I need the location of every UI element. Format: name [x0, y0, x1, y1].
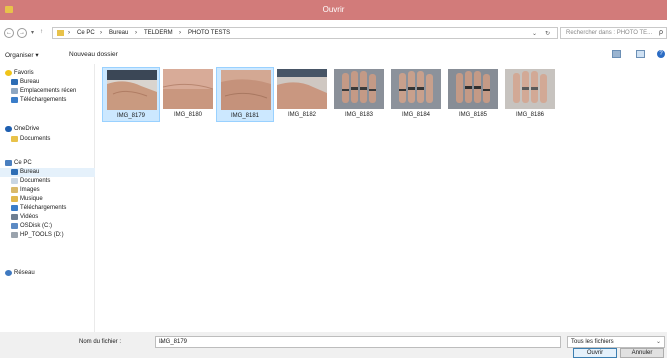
- preview-pane-icon[interactable]: [636, 50, 645, 58]
- file-item[interactable]: IMG_8182: [273, 67, 331, 122]
- chevron-down-icon[interactable]: ⌄: [159, 338, 557, 345]
- nav-this-pc[interactable]: Ce PC: [0, 159, 95, 168]
- nav-pc-documents[interactable]: Documents: [0, 177, 95, 186]
- breadcrumb-sep: ›: [100, 30, 102, 36]
- photo-thumbnail: [221, 70, 271, 110]
- cancel-button[interactable]: Annuler: [620, 348, 664, 358]
- file-name: IMG_8185: [458, 112, 488, 118]
- file-name: IMG_8179: [116, 113, 146, 119]
- chevron-down-icon[interactable]: ⌄: [656, 338, 661, 345]
- downloads-icon: [11, 205, 18, 211]
- photo-thumbnail: [334, 69, 384, 109]
- command-bar: Organiser ▾ Nouveau dossier ?: [0, 46, 667, 64]
- file-name: IMG_8181: [230, 113, 260, 119]
- breadcrumb-bureau[interactable]: Bureau: [109, 30, 128, 36]
- drive-icon: [11, 232, 18, 238]
- nav-recent-places[interactable]: Emplacements récen: [0, 87, 95, 96]
- folder-icon: [11, 136, 18, 142]
- filename-label: Nom du fichier :: [79, 339, 122, 345]
- window-title: Ouvrir: [322, 5, 345, 14]
- breadcrumb-telderm[interactable]: TELDERM: [144, 30, 173, 36]
- breadcrumb-photo-tests[interactable]: PHOTO TESTS: [188, 30, 230, 36]
- star-icon: [5, 70, 12, 76]
- photo-thumbnail: [448, 69, 498, 109]
- file-item[interactable]: IMG_8185: [444, 67, 502, 122]
- nav-favorites[interactable]: Favoris: [0, 69, 95, 78]
- breadcrumb-ce-pc[interactable]: Ce PC: [77, 30, 95, 36]
- nav-downloads[interactable]: Téléchargements: [0, 96, 95, 105]
- filename-input[interactable]: IMG_8179 ⌄: [155, 336, 561, 348]
- pictures-icon: [11, 187, 18, 193]
- documents-icon: [11, 178, 18, 184]
- organize-button[interactable]: Organiser ▾: [5, 51, 39, 59]
- file-name: IMG_8182: [287, 112, 317, 118]
- file-item[interactable]: IMG_8181: [216, 67, 274, 122]
- refresh-icon[interactable]: ↻: [545, 30, 550, 37]
- new-folder-button[interactable]: Nouveau dossier: [69, 51, 118, 58]
- file-name: IMG_8180: [173, 112, 203, 118]
- cloud-icon: [5, 126, 12, 132]
- downloads-icon: [11, 97, 18, 103]
- desktop-icon: [11, 79, 18, 85]
- nav-pc-bureau[interactable]: Bureau: [0, 168, 95, 177]
- photo-thumbnail: [107, 70, 157, 110]
- nav-onedrive[interactable]: OneDrive: [0, 125, 95, 134]
- photo-thumbnail: [505, 69, 555, 109]
- nav-pc-videos[interactable]: Vidéos: [0, 213, 95, 222]
- recent-places-icon: [11, 88, 18, 94]
- network-icon: [5, 270, 12, 276]
- drive-icon: [11, 223, 18, 229]
- file-item[interactable]: IMG_8183: [330, 67, 388, 122]
- desktop-icon: [11, 169, 18, 175]
- nav-favorites-bureau[interactable]: Bureau: [0, 78, 95, 87]
- open-button[interactable]: Ouvrir: [573, 348, 617, 358]
- nav-pc-hp-tools[interactable]: HP_TOOLS (D:): [0, 231, 95, 240]
- address-bar[interactable]: › Ce PC › Bureau › TELDERM › PHOTO TESTS…: [52, 27, 558, 39]
- address-dropdown-icon[interactable]: ⌄: [532, 30, 537, 37]
- nav-network[interactable]: Réseau: [0, 269, 95, 278]
- file-name: IMG_8186: [515, 112, 545, 118]
- nav-pc-osdisk[interactable]: OSDisk (C:): [0, 222, 95, 231]
- nav-pc-images[interactable]: Images: [0, 186, 95, 195]
- up-icon[interactable]: ↑: [40, 29, 43, 35]
- photo-thumbnail: [277, 69, 327, 109]
- nav-onedrive-documents[interactable]: Documents: [0, 135, 95, 144]
- file-item[interactable]: IMG_8184: [387, 67, 445, 122]
- music-icon: [11, 196, 18, 202]
- help-icon[interactable]: ?: [657, 50, 665, 58]
- file-list: IMG_8179 IMG_8180 IMG_8181 IMG_8182 IMG_…: [96, 64, 667, 332]
- search-icon[interactable]: ρ: [659, 29, 663, 36]
- file-item[interactable]: IMG_8179: [102, 67, 160, 122]
- file-type-select[interactable]: Tous les fichiers ⌄: [567, 336, 665, 348]
- change-view-icon[interactable]: [612, 50, 621, 58]
- breadcrumb-sep: ›: [179, 30, 181, 36]
- photo-thumbnail: [163, 69, 213, 109]
- file-name: IMG_8183: [344, 112, 374, 118]
- breadcrumb-sep: ›: [68, 30, 70, 36]
- breadcrumb-sep: ›: [135, 30, 137, 36]
- address-row: ← → ▾ ↑ › Ce PC › Bureau › TELDERM › PHO…: [0, 20, 667, 46]
- photo-thumbnail: [391, 69, 441, 109]
- file-item[interactable]: IMG_8180: [159, 67, 217, 122]
- computer-icon: [5, 160, 12, 166]
- file-type-value: Tous les fichiers: [571, 339, 614, 345]
- file-item[interactable]: IMG_8186: [501, 67, 559, 122]
- file-name: IMG_8184: [401, 112, 431, 118]
- forward-icon[interactable]: →: [17, 28, 27, 38]
- search-placeholder: Rechercher dans : PHOTO TE...: [566, 30, 653, 36]
- videos-icon: [11, 214, 18, 220]
- nav-pc-music[interactable]: Musique: [0, 195, 95, 204]
- nav-pc-downloads[interactable]: Téléchargements: [0, 204, 95, 213]
- recent-locations-icon[interactable]: ▾: [31, 29, 34, 36]
- navigation-pane: Favoris Bureau Emplacements récen Téléch…: [0, 64, 95, 332]
- back-icon[interactable]: ←: [4, 28, 14, 38]
- search-input[interactable]: Rechercher dans : PHOTO TE... ρ: [560, 27, 667, 39]
- title-bar: Ouvrir: [0, 0, 667, 20]
- folder-icon: [57, 30, 64, 36]
